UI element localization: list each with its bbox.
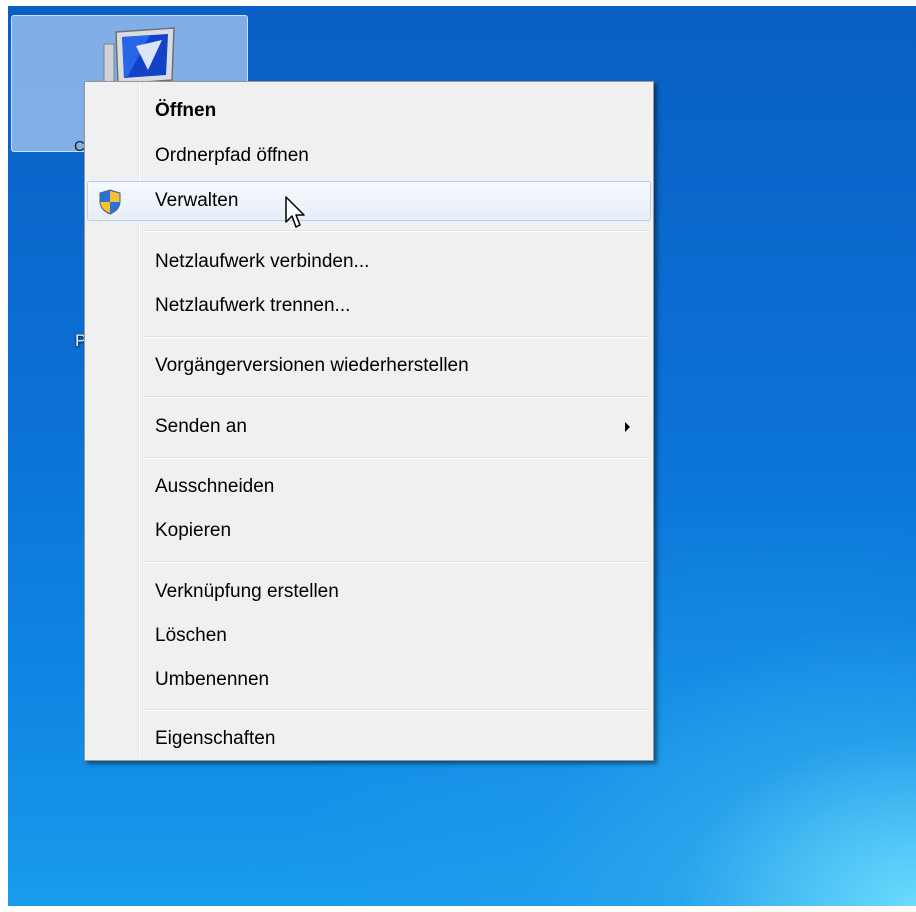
menu-item-label: Umbenennen — [155, 669, 270, 690]
menu-item-netzlaufwerk-trennen[interactable]: Netzlaufwerk trennen... — [87, 286, 651, 326]
submenu-arrow-icon — [625, 422, 630, 432]
menu-item-loeschen[interactable]: Löschen — [87, 616, 651, 656]
menu-item-senden-an[interactable]: Senden an — [87, 407, 651, 447]
menu-item-label: Netzlaufwerk trennen... — [155, 295, 351, 316]
menu-separator — [143, 709, 649, 711]
menu-item-ausschneiden[interactable]: Ausschneiden — [87, 467, 651, 507]
menu-item-label: Löschen — [155, 625, 227, 646]
menu-item-label: Ausschneiden — [155, 476, 275, 497]
menu-item-verwalten[interactable]: Verwalten — [87, 181, 651, 221]
menu-separator — [143, 230, 649, 232]
menu-separator — [143, 396, 649, 398]
uac-shield-icon — [99, 189, 121, 215]
menu-item-kopieren[interactable]: Kopieren — [87, 511, 651, 551]
menu-separator — [143, 336, 649, 338]
menu-item-label: Vorgängerversionen wiederherstellen — [155, 355, 469, 376]
mouse-pointer-icon — [285, 196, 305, 228]
menu-item-umbenennen[interactable]: Umbenennen — [87, 660, 651, 700]
menu-item-eigenschaften[interactable]: Eigenschaften — [87, 719, 651, 759]
menu-item-netzlaufwerk-verbinden[interactable]: Netzlaufwerk verbinden... — [87, 242, 651, 282]
menu-item-verknuepfung-erstellen[interactable]: Verknüpfung erstellen — [87, 572, 651, 612]
context-menu: Öffnen Ordnerpfad öffnen Verwalten Netzl… — [84, 81, 654, 761]
menu-separator — [143, 561, 649, 563]
menu-item-label: Eigenschaften — [155, 728, 276, 749]
menu-item-label: Senden an — [155, 416, 247, 437]
menu-item-label: Ordnerpfad öffnen — [155, 145, 309, 166]
menu-item-label: Netzlaufwerk verbinden... — [155, 251, 370, 272]
menu-item-vorgaengerversionen[interactable]: Vorgängerversionen wiederherstellen — [87, 346, 651, 386]
menu-separator — [143, 457, 649, 459]
desktop[interactable]: C P Öffnen Ordnerpfad öffnen Verwalten N… — [8, 6, 916, 906]
menu-item-ordnerpfad-oeffnen[interactable]: Ordnerpfad öffnen — [87, 136, 651, 176]
menu-item-label: Öffnen — [155, 100, 217, 121]
menu-item-label: Kopieren — [155, 520, 232, 541]
menu-item-oeffnen[interactable]: Öffnen — [87, 91, 651, 131]
menu-item-label: Verknüpfung erstellen — [155, 581, 339, 602]
menu-item-label: Verwalten — [155, 190, 239, 211]
